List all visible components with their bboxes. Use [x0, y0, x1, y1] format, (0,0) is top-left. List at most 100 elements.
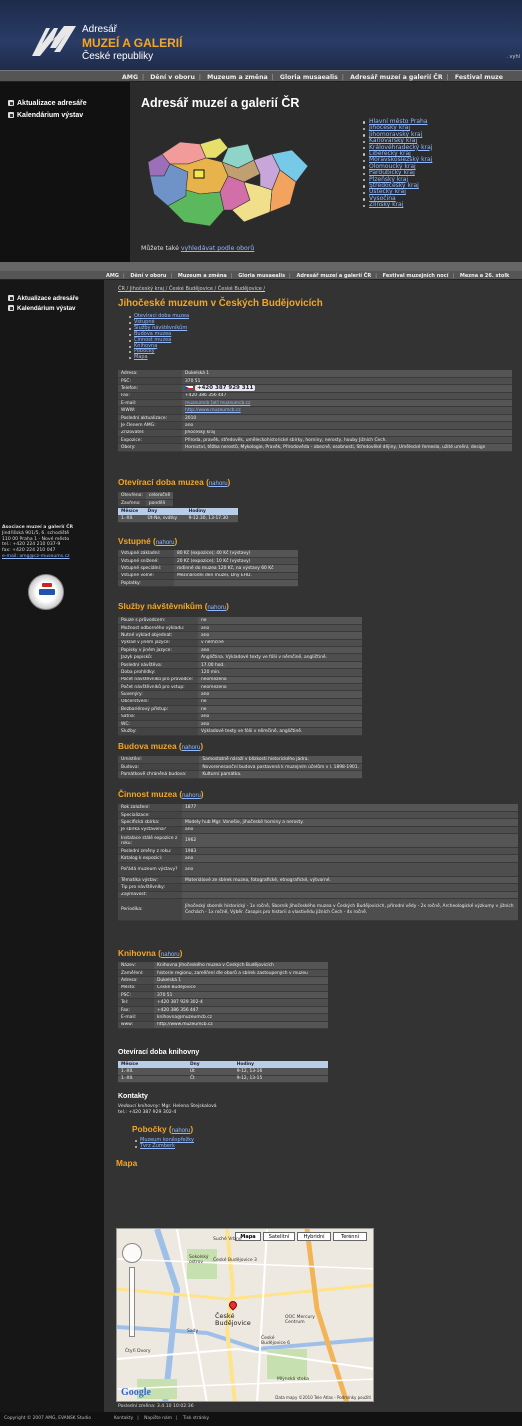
footer-link-write[interactable]: Napište nám — [144, 1416, 172, 1421]
logo-title: MUZEÍ A GALERIÍ — [82, 36, 183, 50]
czech-regions-map[interactable] — [140, 130, 360, 230]
table-row: Zaměření: historie regionu, zaměření dle … — [118, 969, 328, 978]
google-map[interactable]: Mapa Satelitní Hybridní Terénní České Bu… — [116, 1228, 374, 1402]
nav-item-directory[interactable]: Adresář muzeí a galerií ČR — [350, 74, 442, 81]
google-logo[interactable]: Google — [121, 1387, 151, 1398]
sidebar-item-calendar[interactable]: Kalendárium výstav — [0, 109, 130, 121]
map-heading: Mapa — [116, 1158, 138, 1168]
table-row: Adresa: Dukelská 1 — [118, 370, 512, 378]
table-row: Popisky v jiném jazyce: ano — [118, 646, 362, 655]
back-to-top-link[interactable]: nahoru — [182, 745, 201, 751]
region-praha — [193, 169, 205, 179]
sidebar-item-updates[interactable]: Aktualizace adresáře — [0, 293, 104, 303]
table-row: Obory: Hornictví, těžba nerostů, Mykologi… — [118, 443, 512, 452]
toc-link[interactable]: Mapa — [128, 354, 189, 361]
website-link[interactable]: http://www.muzeumcb.cz — [182, 406, 512, 415]
region-link[interactable]: Zlínský kraj — [362, 202, 432, 208]
back-to-top-link[interactable]: nahoru — [156, 540, 175, 546]
table-row: Poslední změny z roku: 1983 — [118, 847, 518, 856]
association-contact: Asociace muzeí a galerií ČR Jindřišská 9… — [2, 525, 102, 560]
back-to-top-link[interactable]: nahoru — [209, 481, 228, 487]
nav-item-festival[interactable]: Festival muze — [455, 74, 503, 81]
amg-logo[interactable] — [30, 22, 78, 60]
logo-subtitle-bottom: České republiky — [82, 51, 154, 62]
table-row: Je sbírka vystavena? ano — [118, 826, 518, 835]
sidebar: Aktualizace adresáře Kalendárium výstav — [0, 82, 130, 262]
back-to-top-link[interactable]: nahoru — [172, 1128, 191, 1134]
sidebar-item-updates[interactable]: Aktualizace adresáře — [0, 97, 130, 109]
breadcrumb[interactable]: ČR / Jihočeský kraj / České Budějovice /… — [118, 286, 265, 292]
table-row: WWW: http://www.muzeumcb.cz — [118, 406, 512, 415]
pan-control[interactable] — [122, 1243, 142, 1263]
column-header: Měsíce — [118, 508, 145, 515]
map-type-hybrid-button[interactable]: Hybridní — [297, 1232, 331, 1241]
nav-item-festival[interactable]: Festival muzejních nocí — [383, 273, 449, 279]
logo-subtitle-top: Adresář — [82, 24, 118, 35]
map-attribution[interactable]: Data mapy ©2010 Tele Atlas - Podmínky po… — [275, 1395, 371, 1400]
nav-item-museum-change[interactable]: Muzeum a změna — [178, 273, 227, 279]
zoom-slider[interactable] — [129, 1267, 135, 1337]
email-link[interactable]: muzeumcb [at] muzeumcb.cz — [182, 399, 512, 408]
search-link[interactable]: . vyhl — [506, 54, 520, 60]
contact-name: Mgr. Helena Stejskalová — [161, 1104, 217, 1109]
table-row: Vstupné snížené: 20 Kč (expozice); 10 Kč … — [118, 557, 298, 566]
contact-role: Vedoucí knihovny: — [118, 1104, 161, 1109]
table-row: Umístění: Samostatně nároží v blízkosti h… — [118, 756, 362, 764]
table-row: Instalace stálé expozice z roku: 1962 — [118, 833, 518, 849]
copyright: Copyright © 2007 AMG, EVANSK Studio — [4, 1416, 92, 1421]
phone-call-link[interactable]: +420 387 929 311 — [195, 385, 256, 392]
page-title: Jihočeské muzeum v Českých Budějovicích — [118, 298, 323, 309]
table-row: Jazyk popisků: Angličtina. Výkladové text… — [118, 653, 362, 662]
main-nav: AMG | Dění v oboru | Muzeum a změna | Glori… — [0, 70, 522, 82]
back-to-top-link[interactable]: nahoru — [182, 793, 201, 799]
opening-heading: Otevírací doba muzea (nahoru) — [118, 477, 231, 487]
table-row: Rok založení: 1877 — [118, 804, 518, 812]
table-row: Poplatky: — [118, 579, 298, 588]
nav-item-amg[interactable]: AMG — [122, 74, 138, 81]
table-row: Expozice: Příroda, pravěk, středověk, umě… — [118, 436, 512, 445]
footer: Copyright © 2007 AMG, EVANSK Studio Kont… — [0, 1412, 522, 1426]
map-type-satellite-button[interactable]: Satelitní — [263, 1232, 295, 1241]
nav-item-amg[interactable]: AMG — [106, 273, 119, 279]
obory-search-link[interactable]: vyhledávat podle oborů — [181, 245, 254, 252]
table-row: PSČ: 370 51 — [118, 991, 328, 1000]
table-row: Periodika: Jihočeský sborník historický -… — [118, 898, 518, 922]
map-type-terrain-button[interactable]: Terénní — [333, 1232, 367, 1241]
table-row: Katalog k expozici: ano — [118, 854, 518, 863]
table-row: Počet návštěvníků pro průvodce: neomezeno — [118, 676, 362, 685]
table-row: Poslední návštěva: 17.00 hod. — [118, 661, 362, 670]
table-row: Budova: Novorenesanční budova postavená k… — [118, 763, 362, 772]
back-to-top-link[interactable]: nahoru — [207, 605, 226, 611]
sidebar-item-calendar[interactable]: Kalendárium výstav — [0, 303, 104, 313]
nav-item-more[interactable]: Mezna a 26. stolk — [460, 273, 510, 279]
table-row: Fax: +420 386 356 447 — [118, 392, 512, 401]
opening-table: Otevřeno: celoročně Zavřeno: pondělí — [118, 492, 174, 508]
map-label-park: Sady — [187, 1329, 199, 1334]
table-row: Suvenýry: ano — [118, 690, 362, 699]
association-email[interactable]: e-mail: amg@cz-museums.cz — [2, 554, 102, 560]
back-to-top-link[interactable]: nahoru — [161, 952, 180, 958]
czech-flag-icon — [185, 385, 193, 391]
certification-badge-icon[interactable] — [28, 574, 64, 610]
nav-item-museum-change[interactable]: Muzeum a změna — [207, 74, 268, 81]
branch-link[interactable]: Tvrz Žumberk — [134, 1143, 194, 1150]
table-row: 1.-XII. Čt 9-12, 13-15 — [118, 1075, 328, 1083]
footer-link-print[interactable]: Tisk stránky — [183, 1416, 209, 1421]
bullet-icon — [8, 305, 14, 311]
nav-item-gloria[interactable]: Gloria musaealis — [280, 74, 338, 81]
sidebar-item-label: Aktualizace adresáře — [17, 99, 87, 107]
table-row: Šatna: ano — [118, 713, 362, 721]
sidebar-item-label: Kalendárium výstav — [17, 304, 76, 312]
footer-link-contacts[interactable]: Kontakty — [114, 1416, 133, 1421]
table-row: Je členem AMG: ano — [118, 421, 512, 430]
sidebar-item-label: Kalendárium výstav — [17, 111, 84, 119]
table-row: Tip pro návštěvníky: — [118, 883, 518, 892]
table-row: Telefon: +420 387 929 311 — [118, 384, 512, 393]
admission-heading: Vstupné (nahoru) — [118, 536, 178, 546]
table-of-contents: Otevírací doba muzea Vstupné Služby návš… — [128, 313, 189, 361]
nav-item-news[interactable]: Dění v oboru — [130, 273, 166, 279]
nav-item-news[interactable]: Dění v oboru — [150, 74, 195, 81]
table-row: Specifická sbírka: Modely hub Mgr. Voneši… — [118, 818, 518, 827]
nav-item-directory[interactable]: Adresář muzeí a galerií ČR — [296, 273, 371, 279]
nav-item-gloria[interactable]: Gloria musaealis — [238, 273, 285, 279]
